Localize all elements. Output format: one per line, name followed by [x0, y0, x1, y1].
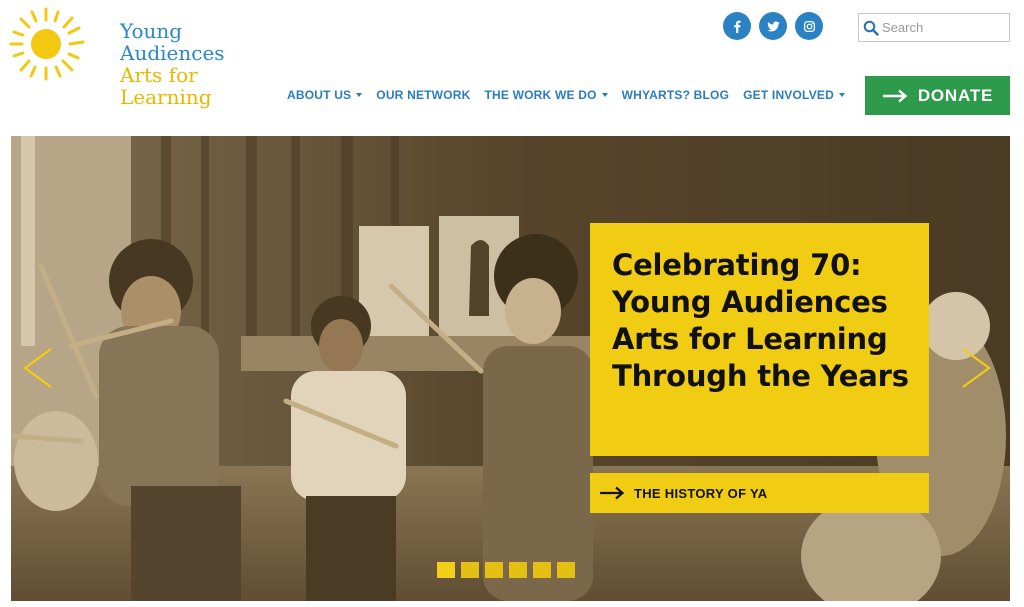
twitter-icon — [766, 20, 780, 32]
slider-dot-2[interactable] — [461, 562, 479, 578]
sun-icon — [9, 7, 85, 81]
search-box[interactable] — [858, 13, 1010, 42]
nav-item-our-network[interactable]: OUR NETWORK — [376, 88, 470, 102]
arrow-right-icon — [882, 89, 908, 102]
hero-slider: Celebrating 70: Young Audiences Arts for… — [11, 136, 1010, 601]
donate-button[interactable]: DONATE — [865, 76, 1010, 115]
facebook-icon — [733, 20, 741, 33]
hero-caption: Celebrating 70: Young Audiences Arts for… — [590, 223, 929, 456]
slider-dot-4[interactable] — [509, 562, 527, 578]
slider-pagination — [437, 562, 575, 578]
logo-line-audiences: Audiences — [120, 41, 225, 65]
instagram-icon — [803, 20, 815, 32]
nav-item-label: GET INVOLVED — [743, 88, 834, 102]
caret-down-icon — [356, 93, 363, 97]
slider-prev-button[interactable] — [17, 346, 57, 390]
slider-dot-1[interactable] — [437, 562, 455, 578]
donate-label: DONATE — [917, 85, 994, 105]
logo-line-learning: Learning — [120, 85, 212, 109]
main-nav: ABOUT US OUR NETWORK THE WORK WE DO WHYA… — [287, 88, 845, 102]
nav-item-label: ABOUT US — [287, 88, 352, 102]
nav-item-about-us[interactable]: ABOUT US — [287, 88, 363, 102]
nav-item-label: THE WORK WE DO — [484, 88, 597, 102]
twitter-link[interactable] — [759, 12, 787, 40]
chevron-right-icon — [962, 348, 991, 388]
instagram-link[interactable] — [795, 12, 823, 40]
facebook-link[interactable] — [723, 12, 751, 40]
logo-wordmark[interactable]: Young Audiences Arts for Learning — [120, 20, 225, 108]
caret-down-icon — [601, 93, 608, 97]
slider-dot-5[interactable] — [533, 562, 551, 578]
history-of-ya-link[interactable]: THE HISTORY OF YA — [590, 473, 929, 513]
slider-next-button[interactable] — [957, 346, 997, 390]
nav-item-get-involved[interactable]: GET INVOLVED — [743, 88, 845, 102]
caret-down-icon — [838, 93, 845, 97]
logo-line-young: Young — [120, 19, 183, 43]
arrow-right-icon — [600, 486, 625, 500]
logo-line-arts-for: Arts for — [120, 63, 198, 87]
chevron-left-icon — [23, 348, 52, 388]
nav-item-the-work-we-do[interactable]: THE WORK WE DO — [484, 88, 608, 102]
nav-item-whyarts-blog[interactable]: WHYARTS? BLOG — [622, 88, 730, 102]
slider-dot-6[interactable] — [557, 562, 575, 578]
history-of-ya-label: THE HISTORY OF YA — [634, 485, 768, 501]
slider-dot-3[interactable] — [485, 562, 503, 578]
search-icon[interactable] — [863, 20, 879, 36]
site-header: Young Audiences Arts for Learning ABOUT … — [0, 0, 1024, 136]
nav-item-label: WHYARTS? BLOG — [621, 88, 730, 102]
nav-item-label: OUR NETWORK — [376, 88, 471, 102]
hero-headline: Celebrating 70: Young Audiences Arts for… — [612, 248, 909, 393]
site-logo[interactable] — [8, 6, 88, 86]
search-input[interactable] — [882, 20, 1002, 35]
